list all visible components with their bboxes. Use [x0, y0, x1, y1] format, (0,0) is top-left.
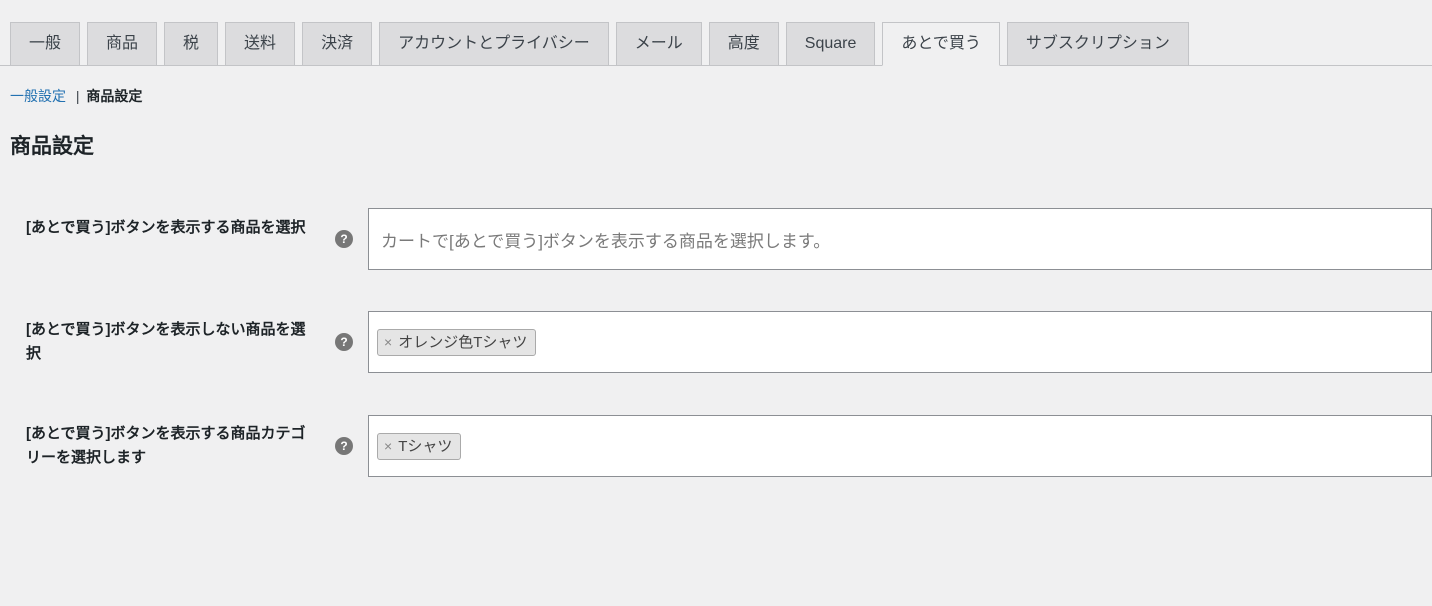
- tab-general[interactable]: 一般: [10, 22, 80, 65]
- show-categories-select[interactable]: × Tシャツ: [368, 415, 1432, 477]
- tab-subscription[interactable]: サブスクリプション: [1007, 22, 1189, 65]
- tab-products[interactable]: 商品: [87, 22, 157, 65]
- tab-tax[interactable]: 税: [164, 22, 218, 65]
- chip-hide-products-0: × オレンジ色Tシャツ: [377, 329, 536, 356]
- tab-advanced[interactable]: 高度: [709, 22, 779, 65]
- chip-label: オレンジ色Tシャツ: [398, 332, 527, 353]
- subnav-link-general[interactable]: 一般設定: [10, 88, 66, 104]
- hide-products-select[interactable]: × オレンジ色Tシャツ: [368, 311, 1432, 373]
- chip-show-categories-0: × Tシャツ: [377, 433, 461, 460]
- help-icon[interactable]: ?: [335, 333, 353, 351]
- tab-square[interactable]: Square: [786, 22, 876, 65]
- tab-privacy[interactable]: アカウントとプライバシー: [379, 22, 609, 65]
- chip-remove-icon[interactable]: ×: [384, 437, 392, 457]
- tab-shipping[interactable]: 送料: [225, 22, 295, 65]
- tabs-nav: 一般 商品 税 送料 決済 アカウントとプライバシー メール 高度 Square…: [0, 0, 1432, 66]
- tab-emails[interactable]: メール: [616, 22, 702, 65]
- show-products-select[interactable]: カートで[あとで買う]ボタンを表示する商品を選択します。: [368, 208, 1432, 270]
- field-label-show-categories: [あとで買う]ボタンを表示する商品カテゴリーを選択します: [0, 394, 330, 498]
- help-icon[interactable]: ?: [335, 437, 353, 455]
- tab-payments[interactable]: 決済: [302, 22, 372, 65]
- subnav-separator: |: [76, 88, 80, 104]
- settings-form: [あとで買う]ボタンを表示する商品を選択 ? カートで[あとで買う]ボタンを表示…: [0, 188, 1432, 498]
- field-label-hide-products: [あとで買う]ボタンを表示しない商品を選択: [0, 290, 330, 394]
- subnav-current: 商品設定: [86, 88, 142, 104]
- tab-buy-later[interactable]: あとで買う: [882, 22, 1000, 66]
- section-title: 商品設定: [0, 106, 1432, 168]
- subnav: 一般設定 | 商品設定: [0, 66, 1432, 106]
- field-label-show-products: [あとで買う]ボタンを表示する商品を選択: [0, 188, 330, 290]
- chip-label: Tシャツ: [398, 436, 452, 457]
- chip-remove-icon[interactable]: ×: [384, 333, 392, 353]
- settings-page: 一般 商品 税 送料 決済 アカウントとプライバシー メール 高度 Square…: [0, 0, 1432, 606]
- help-icon[interactable]: ?: [335, 230, 353, 248]
- show-products-placeholder: カートで[あとで買う]ボタンを表示する商品を選択します。: [377, 227, 830, 252]
